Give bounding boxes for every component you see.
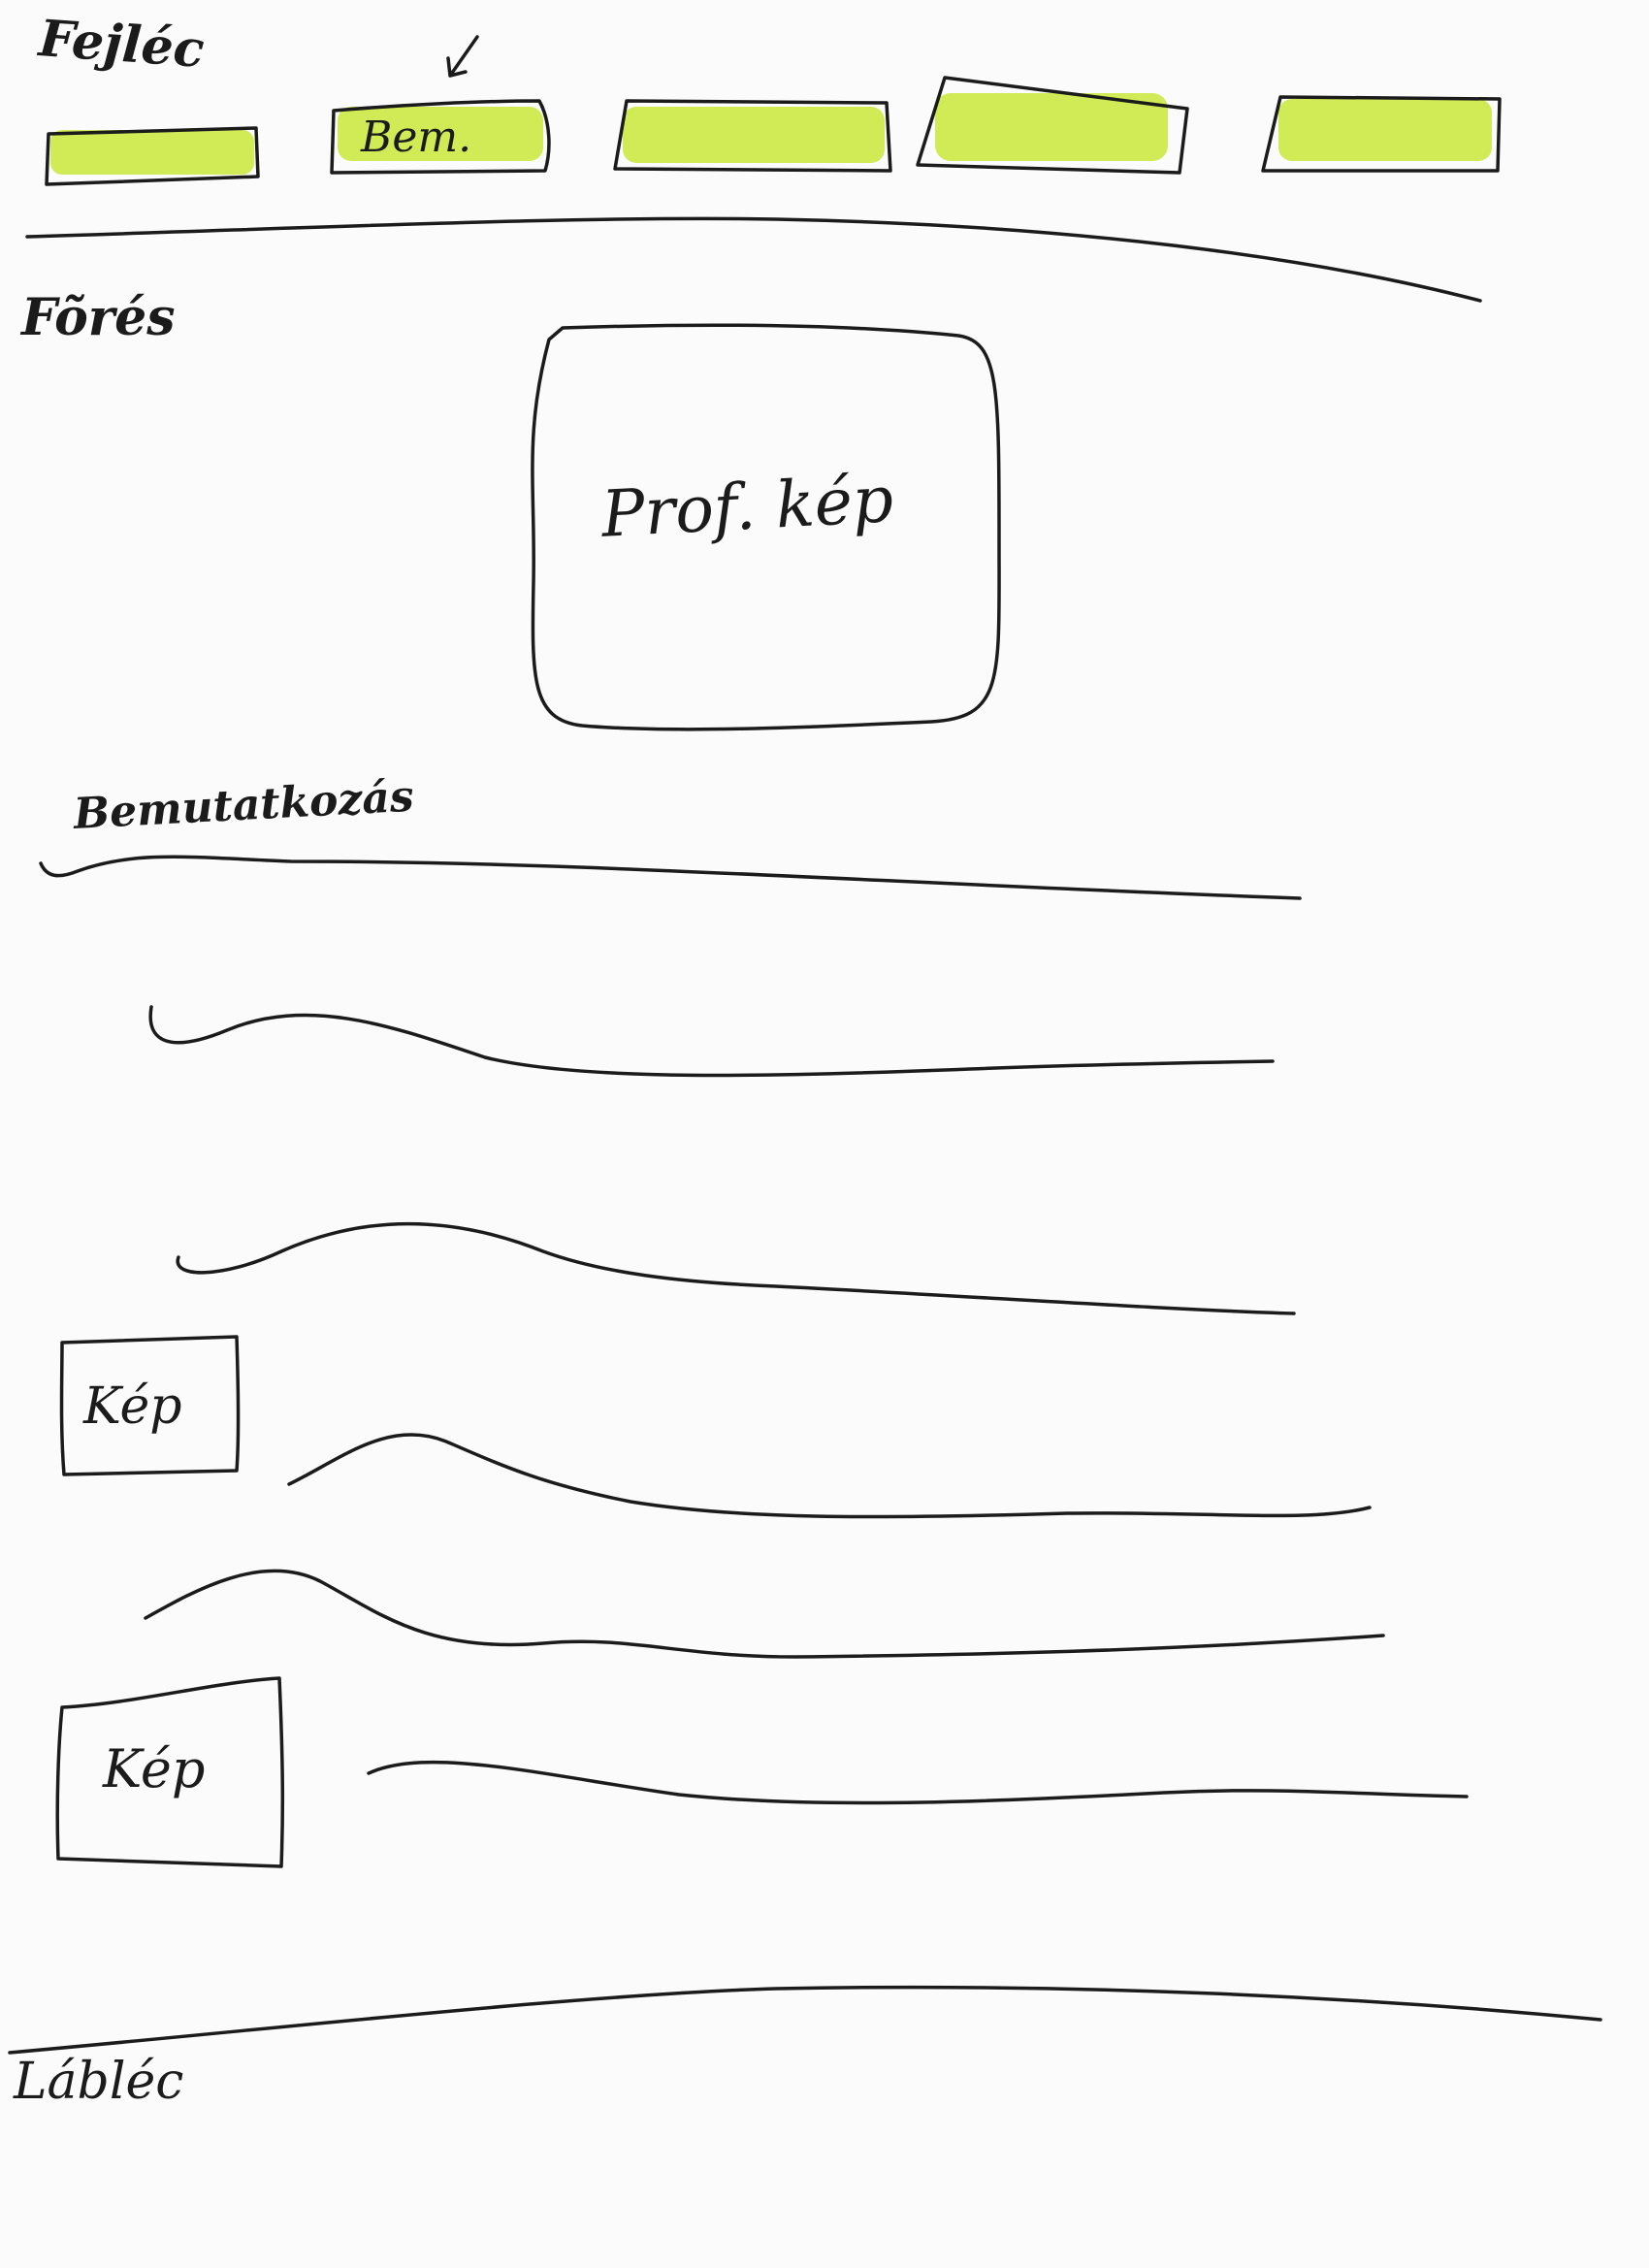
active-arrow-icon [446, 35, 479, 78]
text-placeholder-line [367, 1760, 1469, 1805]
nav-button-4-sketch [916, 76, 1189, 175]
nav-button-1[interactable] [39, 114, 264, 196]
text-placeholder-line [144, 1569, 1385, 1659]
image-1-label: Kép [83, 1377, 182, 1436]
nav-button-5-sketch [1261, 95, 1502, 173]
profile-image-label: Prof. kép [599, 462, 895, 552]
nav-button-3[interactable] [609, 93, 900, 178]
text-placeholder-line [148, 1005, 1275, 1078]
nav-button-3-sketch [613, 99, 892, 173]
nav-button-bem[interactable]: Bem. [326, 93, 555, 182]
header-section-label: Fejléc [37, 9, 207, 80]
nav-button-4[interactable] [912, 72, 1193, 180]
image-2-label: Kép [103, 1738, 206, 1799]
wireframe-sketch: Fejléc Fõrés Bemutatkozás Lábléc Bem. Pr… [0, 0, 1649, 2268]
text-placeholder-line [176, 1221, 1296, 1315]
nav-button-1-sketch [45, 126, 260, 186]
main-section-label: Fõrés [21, 288, 176, 347]
text-placeholder-line [287, 1433, 1372, 1519]
footer-divider [8, 1985, 1602, 2055]
footer-section-label: Lábléc [14, 2053, 184, 2111]
highlight-mark [623, 107, 885, 163]
highlight-mark [1278, 99, 1492, 161]
highlight-mark [50, 130, 254, 175]
nav-button-bem-label: Bem. [361, 113, 472, 162]
header-divider [25, 216, 1482, 303]
sketch-lines [8, 35, 1602, 2055]
intro-underline [39, 855, 1302, 900]
nav-button-5[interactable] [1255, 87, 1507, 180]
